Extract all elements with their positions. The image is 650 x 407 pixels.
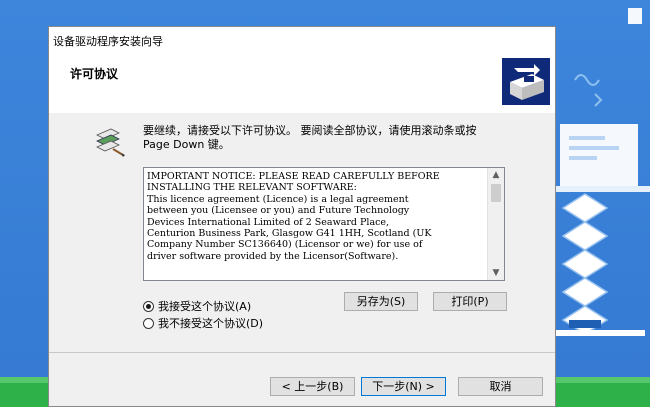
license-scrollbar[interactable]: ▲ ▼ [487,168,504,280]
next-button[interactable]: 下一步(N) > [361,377,446,396]
install-wizard-dialog: 设备驱动程序安装向导 许可协议 要继续，请接受以下许可协议。 要阅读全部协议，请… [48,26,556,407]
license-text: IMPORTANT NOTICE: PLEASE READ CAREFULLY … [147,171,440,262]
decline-label[interactable]: 我不接受这个协议(D) [158,315,263,331]
install-box-icon [502,58,550,105]
decline-radio[interactable] [143,317,154,329]
license-documents-icon [93,125,127,157]
wizard-header: 许可协议 [49,52,555,113]
scroll-down-arrow-icon[interactable]: ▼ [488,266,504,280]
back-button[interactable]: < 上一步(B) [270,377,355,396]
license-textbox[interactable]: IMPORTANT NOTICE: PLEASE READ CAREFULLY … [143,167,505,281]
title-bar[interactable]: 设备驱动程序安装向导 [49,27,555,52]
window-title: 设备驱动程序安装向导 [53,35,163,48]
accept-label[interactable]: 我接受这个协议(A) [158,298,251,314]
background-monitor-illustration [555,74,650,336]
scroll-up-arrow-icon[interactable]: ▲ [488,168,504,182]
header-separator [49,112,555,113]
cancel-button[interactable]: 取消 [458,377,543,396]
print-button[interactable]: 打印(P) [433,292,507,311]
accept-radio[interactable] [143,300,154,312]
accept-option[interactable]: 我接受这个协议(A) [143,298,251,314]
scroll-thumb[interactable] [491,184,501,202]
footer-separator [49,352,555,353]
page-title: 许可协议 [70,67,119,81]
decline-option[interactable]: 我不接受这个协议(D) [143,315,263,331]
license-instructions: 要继续，请接受以下许可协议。 要阅读全部协议，请使用滚动条或按 Page Dow… [143,124,477,151]
background-window-edge [628,8,642,24]
save-as-button[interactable]: 另存为(S) [344,292,418,311]
